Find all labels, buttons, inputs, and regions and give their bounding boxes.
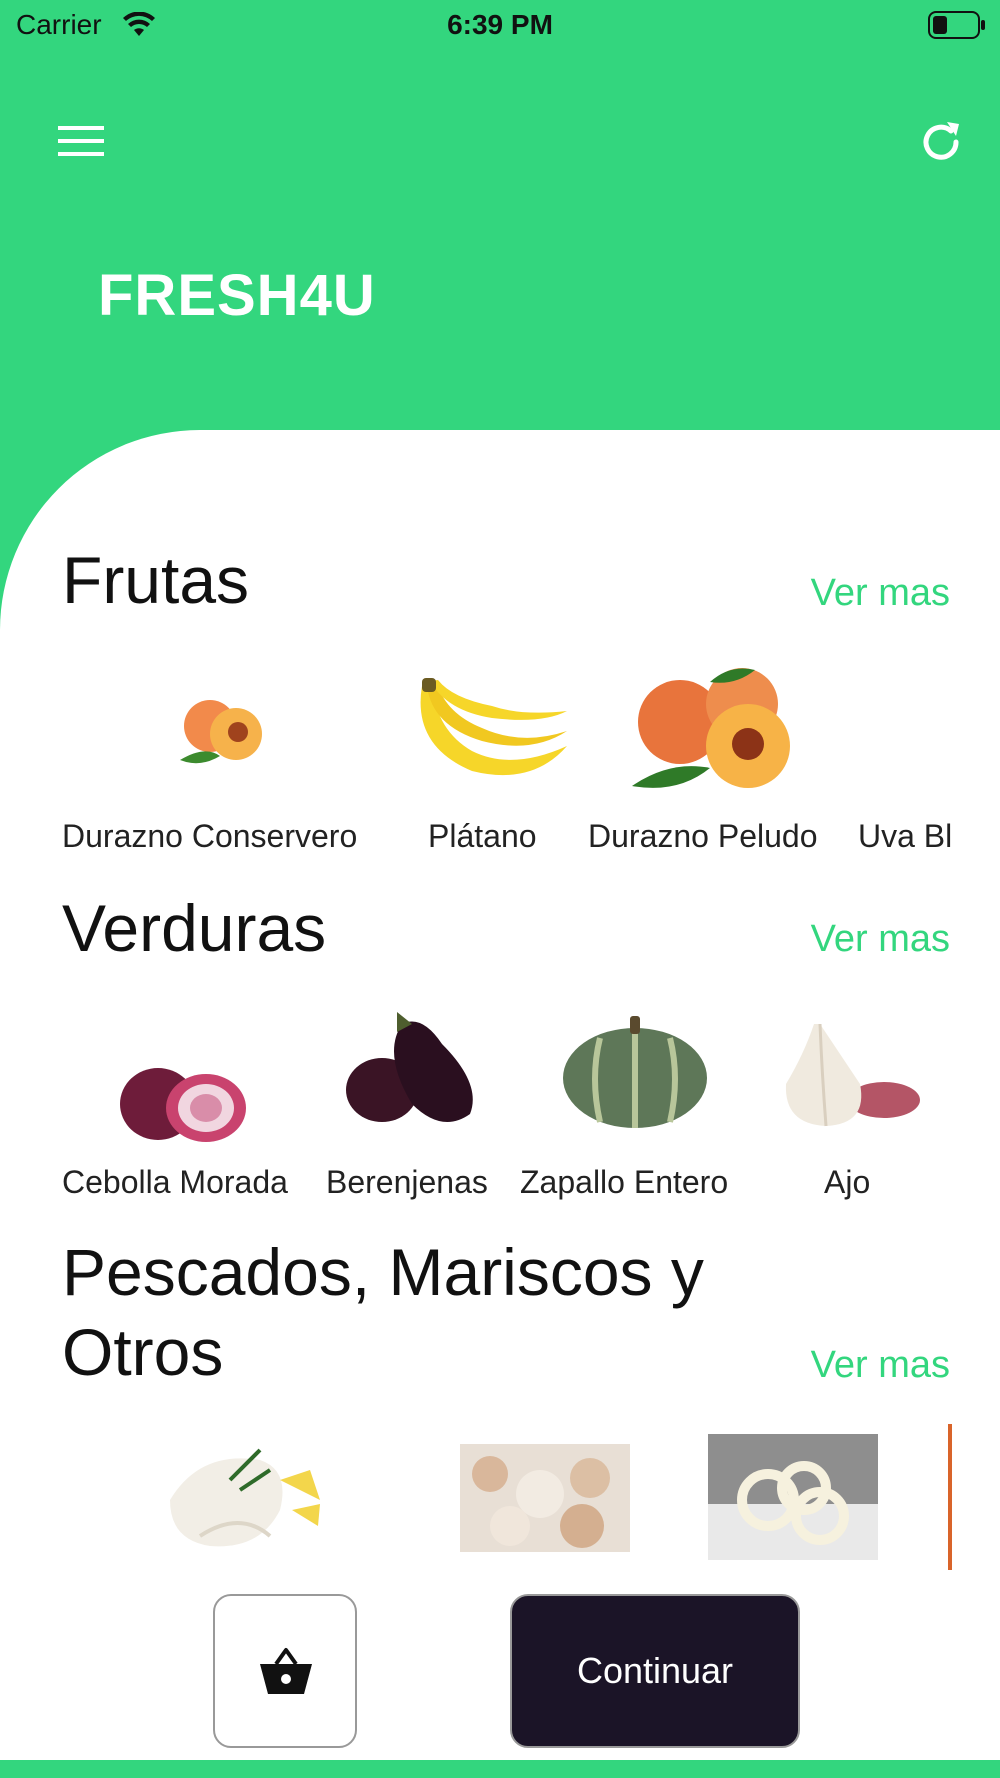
product-label: Cebolla Morada [62, 1164, 288, 1200]
product-label: Berenjenas [326, 1164, 488, 1200]
ver-mas-pescados-link[interactable]: Ver mas [811, 1344, 950, 1387]
section-title-pescados-line1: Pescados, Mariscos y [62, 1235, 704, 1309]
ver-mas-frutas-link[interactable]: Ver mas [811, 572, 950, 615]
crab-meat-image[interactable] [460, 1444, 630, 1552]
banana-image[interactable] [402, 676, 572, 786]
hamburger-icon[interactable] [58, 126, 106, 158]
basket-icon [260, 1648, 312, 1694]
refresh-icon[interactable] [918, 119, 964, 165]
partial-product-image [948, 1424, 952, 1570]
eggplant-image[interactable] [342, 1004, 486, 1134]
basket-button[interactable] [213, 1594, 357, 1748]
red-onion-image[interactable] [118, 1054, 250, 1144]
section-title-frutas: Frutas [62, 543, 250, 617]
fruit-row-clip: Uva Bl [0, 818, 952, 862]
app-title: FRESH4U [98, 263, 376, 328]
peach-group-image[interactable] [630, 664, 800, 794]
product-label: Ajo [824, 1164, 871, 1200]
product-label: Uva Bl [858, 818, 952, 854]
fish-fillet-image[interactable] [160, 1440, 326, 1552]
peach-image[interactable] [170, 690, 280, 770]
garlic-image[interactable] [774, 1014, 924, 1130]
pumpkin-image[interactable] [560, 1012, 710, 1132]
status-bar: Carrier 6:39 PM [0, 0, 1000, 50]
bottom-strip [0, 1760, 1000, 1778]
section-title-verduras: Verduras [62, 891, 327, 965]
status-time: 6:39 PM [447, 9, 553, 40]
section-title-pescados-line2: Otros [62, 1315, 224, 1389]
continue-button[interactable]: Continuar [510, 1594, 800, 1748]
squid-rings-image[interactable] [708, 1434, 878, 1560]
ver-mas-verduras-link[interactable]: Ver mas [811, 918, 950, 961]
product-label: Zapallo Entero [520, 1164, 729, 1200]
battery-icon [928, 11, 985, 39]
